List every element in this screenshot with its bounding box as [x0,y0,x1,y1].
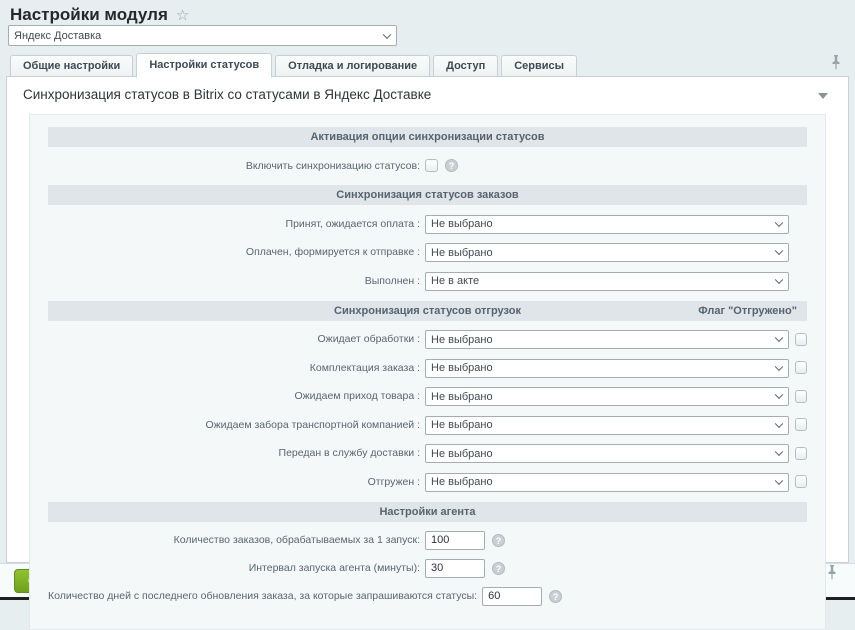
field-label: Интервал запуска агента (минуты): [48,562,425,574]
order-status-select-accepted[interactable]: Не выбрано [425,215,789,234]
form-row-shipment-status: Комплектация заказа : Не выбрано [48,358,807,378]
shipped-flag-checkbox[interactable] [795,333,807,346]
form-row-order-status: Оплачен, формируется к отправке : Не выб… [48,243,807,263]
section-bar-label: Активация опции синхронизации статусов [310,131,544,143]
settings-panel: Синхронизация статусов в Bitrix со стату… [6,76,849,563]
form-row-order-status: Выполнен : Не в акте [48,271,807,291]
shipment-status-select-handed-over[interactable]: Не выбрано [425,444,789,463]
section-bar-order-statuses: Синхронизация статусов заказов [48,185,807,205]
section-header[interactable]: Синхронизация статусов в Bitrix со стату… [7,77,848,111]
favorite-star-icon[interactable]: ☆ [176,8,189,23]
field-label: Оплачен, формируется к отправке : [48,246,425,258]
section-bar-shipment-statuses: Синхронизация статусов отгрузок Флаг "От… [48,301,807,321]
pin-icon[interactable] [831,55,841,75]
shipment-status-select-picking[interactable]: Не выбрано [425,359,789,378]
tab-bar: Общие настройки Настройки статусов Отлад… [10,53,580,77]
help-icon[interactable]: ? [492,562,505,575]
shipped-flag-checkbox[interactable] [795,361,807,374]
section-bar-label: Настройки агента [379,506,475,518]
module-select-wrap: Яндекс Доставка [8,25,397,46]
help-icon[interactable]: ? [492,534,505,547]
help-icon[interactable]: ? [549,590,562,603]
agent-interval-input[interactable] [425,559,485,578]
flag-column-header: Флаг "Отгружено" [698,305,797,317]
chevron-down-icon[interactable] [818,93,828,99]
form-row-shipment-status: Ожидаем приход товара : Не выбрано [48,387,807,407]
module-select[interactable]: Яндекс Доставка [8,25,397,46]
tab-general-settings[interactable]: Общие настройки [10,55,133,77]
tab-status-settings[interactable]: Настройки статусов [136,53,272,78]
tab-services[interactable]: Сервисы [501,55,577,77]
page-header: Настройки модуля ☆ [10,5,189,25]
form-row-shipment-status: Отгружен : Не выбрано [48,472,807,492]
field-label: Количество заказов, обрабатываемых за 1 … [48,534,425,546]
page-title: Настройки модуля [10,5,168,25]
field-label: Передан в службу доставки : [48,447,425,459]
shipped-flag-checkbox[interactable] [795,447,807,460]
form-row-shipment-status: Ожидает обработки : Не выбрано [48,330,807,350]
shipped-flag-checkbox[interactable] [795,475,807,488]
form-row-shipment-status: Передан в службу доставки : Не выбрано [48,444,807,464]
shipped-flag-checkbox[interactable] [795,390,807,403]
form-row-shipment-status: Ожидаем забора транспортной компанией : … [48,415,807,435]
pin-icon[interactable] [827,565,837,585]
form-row-enable-sync: Включить синхронизацию статусов: ? [48,156,807,175]
shipment-status-select-shipped[interactable]: Не выбрано [425,473,789,492]
field-label: Ожидаем забора транспортной компанией : [48,419,425,431]
enable-sync-checkbox[interactable] [425,159,438,172]
shipment-status-select-awaiting-goods[interactable]: Не выбрано [425,387,789,406]
section-bar-activation: Активация опции синхронизации статусов [48,127,807,147]
field-label: Ожидает обработки : [48,333,425,345]
field-label: Выполнен : [48,275,425,287]
field-label: Принят, ожидается оплата : [48,218,425,230]
section-bar-agent-settings: Настройки агента [48,502,807,522]
field-label: Ожидаем приход товара : [48,390,425,402]
section-title: Синхронизация статусов в Bitrix со стату… [23,87,431,102]
form-row-agent: Количество дней с последнего обновления … [48,587,807,606]
help-icon[interactable]: ? [445,159,458,172]
orders-per-run-input[interactable] [425,531,485,550]
field-label: Отгружен : [48,476,425,488]
field-label: Количество дней с последнего обновления … [48,590,482,602]
shipment-status-select-awaiting-processing[interactable]: Не выбрано [425,330,789,349]
order-status-select-paid[interactable]: Не выбрано [425,243,789,262]
form-row-order-status: Принят, ожидается оплата : Не выбрано [48,214,807,234]
order-status-select-completed[interactable]: Не в акте [425,272,789,291]
shipped-flag-checkbox[interactable] [795,418,807,431]
tab-debug-logging[interactable]: Отладка и логирование [275,55,430,77]
shipment-status-select-awaiting-pickup[interactable]: Не выбрано [425,416,789,435]
section-bar-label: Синхронизация статусов отгрузок [334,305,521,317]
field-label: Комплектация заказа : [48,362,425,374]
tab-access[interactable]: Доступ [433,55,498,77]
form-row-agent: Количество заказов, обрабатываемых за 1 … [48,531,807,550]
days-since-update-input[interactable] [482,587,542,606]
section-bar-label: Синхронизация статусов заказов [336,189,518,201]
settings-form: Активация опции синхронизации статусов В… [29,114,826,630]
field-label: Включить синхронизацию статусов: [48,160,425,172]
form-row-agent: Интервал запуска агента (минуты): ? [48,559,807,578]
